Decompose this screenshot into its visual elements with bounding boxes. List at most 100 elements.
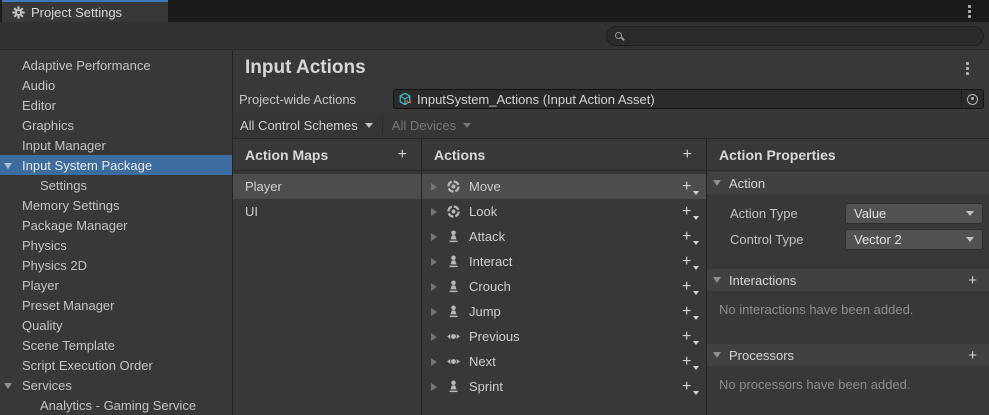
action-row-previous[interactable]: Previous + bbox=[422, 324, 706, 349]
add-binding-button[interactable]: + bbox=[682, 354, 696, 370]
add-binding-button[interactable]: + bbox=[682, 204, 696, 220]
sidebar-item-services[interactable]: Services bbox=[0, 375, 232, 395]
button-icon bbox=[445, 229, 461, 245]
foldout-open-icon[interactable] bbox=[4, 163, 12, 169]
action-row-interact[interactable]: Interact + bbox=[422, 249, 706, 274]
page-title: Input Actions bbox=[245, 57, 366, 79]
action-type-row: Action Type Value bbox=[707, 200, 989, 226]
foldout-open-icon bbox=[713, 180, 721, 186]
add-binding-button[interactable]: + bbox=[682, 304, 696, 320]
search-row bbox=[0, 22, 989, 50]
action-row-next[interactable]: Next + bbox=[422, 349, 706, 374]
add-action-button[interactable]: + bbox=[681, 147, 694, 163]
sidebar-item-preset-manager[interactable]: Preset Manager bbox=[0, 295, 232, 315]
actions-column: Actions + Move + bbox=[422, 139, 707, 415]
sidebar-item-audio[interactable]: Audio bbox=[0, 75, 232, 95]
action-map-row-ui[interactable]: UI bbox=[233, 199, 421, 224]
button-icon bbox=[445, 279, 461, 295]
devices-dropdown[interactable]: All Devices bbox=[392, 118, 471, 133]
project-wide-actions-label: Project-wide Actions bbox=[239, 92, 393, 107]
add-binding-button[interactable]: + bbox=[682, 329, 696, 345]
add-binding-button[interactable]: + bbox=[682, 279, 696, 295]
action-type-dropdown[interactable]: Value bbox=[845, 203, 983, 224]
add-binding-button[interactable]: + bbox=[682, 229, 696, 245]
action-section-foldout[interactable]: Action bbox=[707, 172, 989, 194]
sidebar-item-analytics-gaming-service[interactable]: Analytics - Gaming Service bbox=[0, 395, 232, 415]
search-input[interactable] bbox=[628, 28, 975, 44]
input-action-asset-icon bbox=[398, 92, 412, 106]
object-picker-button[interactable] bbox=[961, 90, 983, 108]
action-row-attack[interactable]: Attack + bbox=[422, 224, 706, 249]
chevron-down-icon bbox=[463, 123, 471, 128]
add-binding-button[interactable]: + bbox=[682, 254, 696, 270]
button-icon bbox=[445, 254, 461, 270]
chevron-down-icon bbox=[365, 123, 373, 128]
input-action-asset-field[interactable]: InputSystem_Actions (Input Action Asset) bbox=[393, 89, 984, 109]
processors-empty-text: No processors have been added. bbox=[707, 377, 989, 392]
chevron-down-icon bbox=[693, 191, 699, 195]
expand-icon[interactable] bbox=[431, 208, 437, 216]
action-row-sprint[interactable]: Sprint + bbox=[422, 374, 706, 399]
action-properties-column: Action Properties Action Action Type Val… bbox=[707, 139, 989, 415]
expand-icon[interactable] bbox=[431, 258, 437, 266]
vector2-stick-icon bbox=[445, 179, 461, 195]
sidebar-item-player[interactable]: Player bbox=[0, 275, 232, 295]
window-kebab-menu-icon[interactable] bbox=[968, 5, 971, 18]
processors-section-foldout[interactable]: Processors + bbox=[707, 344, 989, 366]
sidebar-item-adaptive-performance[interactable]: Adaptive Performance bbox=[0, 55, 232, 75]
chevron-down-icon bbox=[693, 366, 699, 370]
sidebar-item-input-manager[interactable]: Input Manager bbox=[0, 135, 232, 155]
axis-icon bbox=[445, 329, 461, 345]
expand-icon[interactable] bbox=[431, 333, 437, 341]
search-icon bbox=[615, 32, 622, 39]
add-processor-button[interactable]: + bbox=[968, 348, 977, 363]
expand-icon[interactable] bbox=[431, 283, 437, 291]
vector2-stick-icon bbox=[445, 204, 461, 220]
sidebar-item-package-manager[interactable]: Package Manager bbox=[0, 215, 232, 235]
sidebar-item-scene-template[interactable]: Scene Template bbox=[0, 335, 232, 355]
control-schemes-dropdown[interactable]: All Control Schemes bbox=[240, 118, 373, 133]
sidebar-item-settings[interactable]: Settings bbox=[0, 175, 232, 195]
expand-icon[interactable] bbox=[431, 383, 437, 391]
sidebar-item-quality[interactable]: Quality bbox=[0, 315, 232, 335]
button-icon bbox=[445, 379, 461, 395]
sidebar-item-physics-2d[interactable]: Physics 2D bbox=[0, 255, 232, 275]
action-row-move[interactable]: Move + bbox=[422, 174, 706, 199]
sidebar-item-script-execution-order[interactable]: Script Execution Order bbox=[0, 355, 232, 375]
tab-bar: Project Settings bbox=[0, 0, 989, 22]
expand-icon[interactable] bbox=[431, 233, 437, 241]
sidebar-item-physics[interactable]: Physics bbox=[0, 235, 232, 255]
chevron-down-icon bbox=[693, 341, 699, 345]
add-action-map-button[interactable]: + bbox=[396, 147, 409, 163]
panel-kebab-menu-icon[interactable] bbox=[966, 62, 969, 75]
interactions-section-foldout[interactable]: Interactions + bbox=[707, 269, 989, 291]
action-row-look[interactable]: Look + bbox=[422, 199, 706, 224]
action-row-crouch[interactable]: Crouch + bbox=[422, 274, 706, 299]
asset-name: InputSystem_Actions (Input Action Asset) bbox=[417, 92, 956, 107]
sidebar-item-input-system-package[interactable]: Input System Package bbox=[0, 155, 232, 175]
expand-icon[interactable] bbox=[431, 183, 437, 191]
foldout-open-icon[interactable] bbox=[4, 383, 12, 389]
action-maps-header: Action Maps + bbox=[233, 139, 421, 171]
add-binding-button[interactable]: + bbox=[682, 379, 696, 395]
expand-icon[interactable] bbox=[431, 308, 437, 316]
add-interaction-button[interactable]: + bbox=[968, 273, 977, 288]
action-map-row-player[interactable]: Player bbox=[233, 174, 421, 199]
control-type-dropdown[interactable]: Vector 2 bbox=[845, 229, 983, 250]
tab-project-settings[interactable]: Project Settings bbox=[2, 0, 168, 22]
foldout-open-icon bbox=[713, 277, 721, 283]
action-properties-header: Action Properties bbox=[707, 139, 989, 171]
foldout-open-icon bbox=[713, 352, 721, 358]
chevron-down-icon bbox=[693, 266, 699, 270]
chevron-down-icon bbox=[966, 211, 974, 216]
sidebar-item-editor[interactable]: Editor bbox=[0, 95, 232, 115]
toolbar-divider bbox=[382, 117, 383, 134]
add-binding-button[interactable]: + bbox=[682, 179, 696, 195]
interactions-empty-text: No interactions have been added. bbox=[707, 302, 989, 317]
search-field[interactable] bbox=[606, 26, 984, 46]
expand-icon[interactable] bbox=[431, 358, 437, 366]
project-wide-actions-row: Project-wide Actions InputSystem_Actions… bbox=[233, 86, 989, 112]
sidebar-item-memory-settings[interactable]: Memory Settings bbox=[0, 195, 232, 215]
sidebar-item-graphics[interactable]: Graphics bbox=[0, 115, 232, 135]
action-row-jump[interactable]: Jump + bbox=[422, 299, 706, 324]
